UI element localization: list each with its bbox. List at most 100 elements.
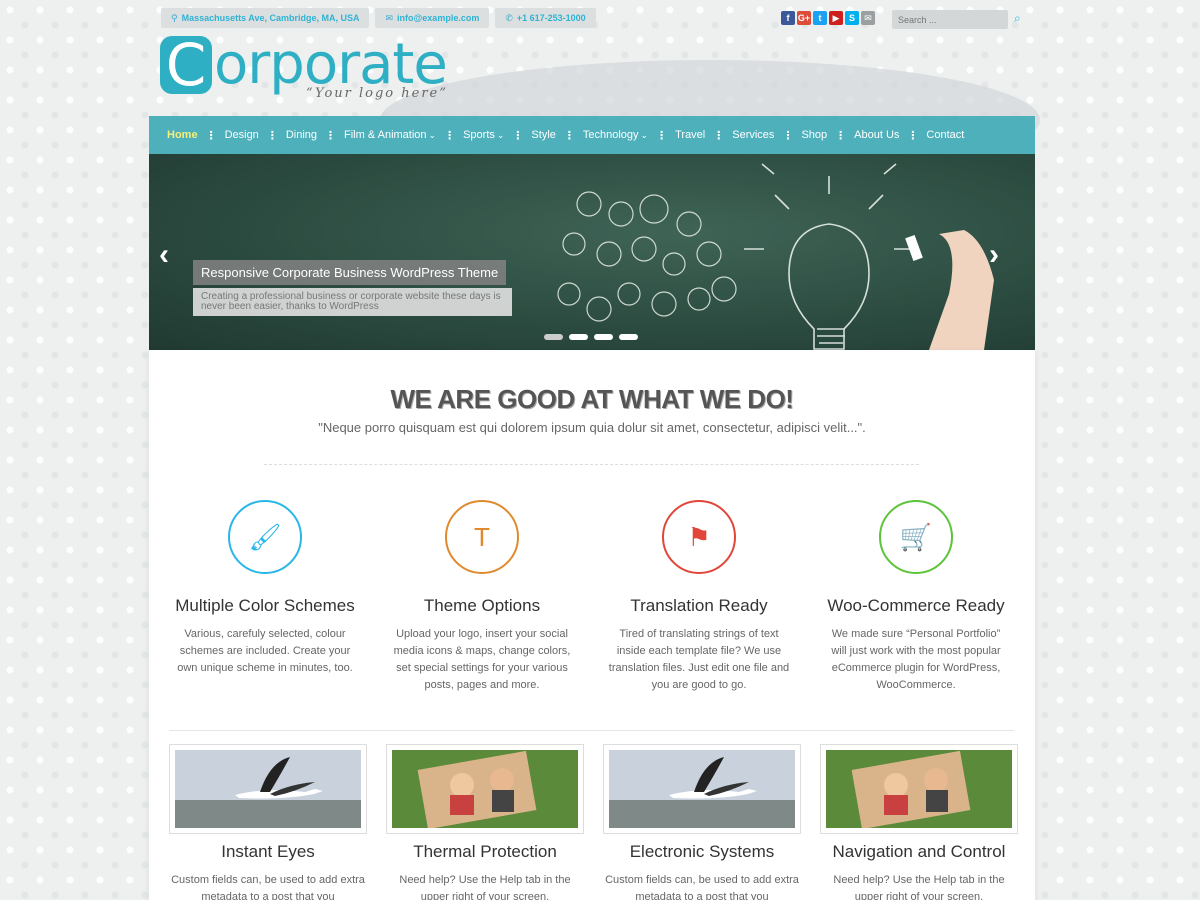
phone-chip: ✆ +1 617-253-1000 bbox=[495, 8, 596, 28]
portfolio-card[interactable]: Thermal Protection Need help? Use the Hel… bbox=[386, 744, 584, 900]
slider-prev-arrow[interactable]: ‹ bbox=[159, 238, 169, 272]
paintbrush-icon: 🖌 bbox=[228, 500, 302, 574]
feature-text: We made sure “Personal Portfolio” will j… bbox=[831, 628, 1001, 691]
google-plus-icon[interactable]: G+ bbox=[797, 11, 811, 25]
email-text[interactable]: info@example.com bbox=[397, 13, 479, 23]
slider-pagination bbox=[544, 334, 638, 340]
chevron-down-icon: ⌄ bbox=[496, 129, 505, 140]
feature-title: Multiple Color Schemes bbox=[175, 596, 355, 615]
nav-item-label: Style bbox=[531, 129, 556, 141]
nav-item-label: Technology bbox=[582, 129, 639, 141]
nav-item-home[interactable]: Home bbox=[167, 129, 198, 141]
skype-icon[interactable]: S bbox=[845, 11, 859, 25]
logo-tagline: “Your logo here” bbox=[306, 86, 448, 101]
card-text: Custom fields can, be used to add extra … bbox=[171, 874, 365, 900]
divider bbox=[169, 730, 1014, 731]
flag-icon: ⚑ bbox=[662, 500, 736, 574]
nav-separator: ⋮ bbox=[205, 129, 217, 142]
nav-item-about-us[interactable]: About Us bbox=[854, 129, 899, 141]
nav-item-sports[interactable]: Sports ⌄ bbox=[463, 129, 504, 141]
card-title[interactable]: Electronic Systems bbox=[603, 842, 801, 862]
card-thumbnail[interactable] bbox=[169, 744, 367, 834]
nav-separator: ⋮ bbox=[713, 129, 725, 142]
nav-item-label: About Us bbox=[854, 129, 900, 141]
slider-dot[interactable] bbox=[594, 334, 613, 340]
nav-item-contact[interactable]: Contact bbox=[926, 129, 964, 141]
slider-dot[interactable] bbox=[569, 334, 588, 340]
feature-title: Translation Ready bbox=[630, 596, 768, 615]
email-icon[interactable]: ✉ bbox=[861, 11, 875, 25]
social-icons: f G+ t ▶ S ✉ bbox=[781, 11, 875, 25]
nav-separator: ⋮ bbox=[782, 129, 794, 142]
nav-item-services[interactable]: Services bbox=[732, 129, 774, 141]
feature-block: 🛒 Woo-Commerce Ready We made sure “Persona… bbox=[811, 500, 1021, 694]
envelope-icon: ✉ bbox=[385, 12, 394, 23]
feature-title: Woo-Commerce Ready bbox=[827, 596, 1005, 615]
hero-slider: ‹ › Responsive Corporate Business WordPr… bbox=[149, 154, 1035, 350]
contact-bar: ⚲ Massachusetts Ave, Cambridge, MA, USA ✉… bbox=[161, 8, 596, 28]
nav-item-label: Shop bbox=[801, 129, 828, 141]
address-chip: ⚲ Massachusetts Ave, Cambridge, MA, USA bbox=[161, 8, 370, 28]
search-input[interactable] bbox=[892, 10, 1008, 29]
slider-dot[interactable] bbox=[544, 334, 563, 340]
address-text: Massachusetts Ave, Cambridge, MA, USA bbox=[181, 13, 360, 23]
nav-separator: ⋮ bbox=[512, 129, 524, 142]
nav-item-design[interactable]: Design bbox=[225, 129, 259, 141]
facebook-icon[interactable]: f bbox=[781, 11, 795, 25]
slide-title: Responsive Corporate Business WordPress … bbox=[193, 260, 507, 285]
nav-separator: ⋮ bbox=[266, 129, 278, 142]
phone-icon: ✆ bbox=[505, 12, 513, 23]
feature-text: Tired of translating strings of text ins… bbox=[608, 628, 790, 691]
logo-letter: C bbox=[160, 36, 212, 94]
card-text: Need help? Use the Help tab in the upper… bbox=[833, 874, 1005, 900]
cartoon-couple-image bbox=[826, 750, 1012, 830]
feature-text: Various, carefuly selected, colour schem… bbox=[177, 628, 353, 674]
search-icon[interactable]: ⌕ bbox=[1014, 11, 1021, 26]
nav-item-label: Travel bbox=[675, 129, 706, 141]
nav-item-label: Dining bbox=[285, 129, 317, 141]
card-title[interactable]: Instant Eyes bbox=[169, 842, 367, 862]
card-thumbnail[interactable] bbox=[386, 744, 584, 834]
chevron-down-icon: ⌄ bbox=[640, 129, 649, 140]
card-title[interactable]: Navigation and Control bbox=[820, 842, 1018, 862]
nav-item-label: Film & Animation bbox=[344, 129, 427, 141]
slider-next-arrow[interactable]: › bbox=[989, 238, 999, 272]
nav-item-film-animation[interactable]: Film & Animation ⌄ bbox=[344, 129, 436, 141]
twitter-icon[interactable]: t bbox=[813, 11, 827, 25]
feature-block: 🖌 Multiple Color Schemes Various, carefuly… bbox=[160, 500, 370, 677]
feature-block: T Theme Options Upload your logo, insert y… bbox=[377, 500, 587, 694]
stork-image bbox=[175, 750, 361, 828]
nav-separator: ⋮ bbox=[444, 129, 456, 142]
chevron-down-icon: ⌄ bbox=[428, 129, 437, 140]
nav-item-label: Home bbox=[167, 129, 198, 141]
cartoon-couple-image bbox=[392, 750, 578, 830]
slider-dot[interactable] bbox=[619, 334, 638, 340]
feature-block: ⚑ Translation Ready Tired of translating s… bbox=[594, 500, 804, 694]
nav-separator: ⋮ bbox=[325, 129, 336, 142]
card-thumbnail[interactable] bbox=[820, 744, 1018, 834]
portfolio-card[interactable]: Instant Eyes Custom fields can, be used t… bbox=[169, 744, 367, 900]
nav-item-travel[interactable]: Travel bbox=[675, 129, 705, 141]
portfolio-card[interactable]: Electronic Systems Custom fields can, be … bbox=[603, 744, 801, 900]
divider bbox=[264, 464, 919, 465]
slide-text: Creating a professional business or corp… bbox=[193, 288, 512, 316]
nav-separator: ⋮ bbox=[656, 129, 668, 142]
text-format-icon: T bbox=[445, 500, 519, 574]
map-marker-icon: ⚲ bbox=[171, 12, 178, 23]
chalkboard-illustration bbox=[557, 163, 994, 350]
nav-item-dining[interactable]: Dining bbox=[286, 129, 317, 141]
nav-item-label: Design bbox=[224, 129, 259, 141]
email-chip[interactable]: ✉ info@example.com bbox=[375, 8, 490, 28]
card-thumbnail[interactable] bbox=[603, 744, 801, 834]
nav-separator: ⋮ bbox=[563, 129, 575, 142]
shopping-cart-icon: 🛒 bbox=[879, 500, 953, 574]
portfolio-card[interactable]: Navigation and Control Need help? Use the… bbox=[820, 744, 1018, 900]
nav-item-style[interactable]: Style bbox=[531, 129, 555, 141]
nav-item-shop[interactable]: Shop bbox=[801, 129, 827, 141]
nav-item-technology[interactable]: Technology ⌄ bbox=[583, 129, 648, 141]
main-content: WE ARE GOOD AT WHAT WE DO! "Neque porro … bbox=[149, 350, 1035, 900]
feature-title: Theme Options bbox=[423, 596, 541, 615]
card-text: Custom fields can, be used to add extra … bbox=[605, 874, 799, 900]
youtube-icon[interactable]: ▶ bbox=[829, 11, 843, 25]
card-title[interactable]: Thermal Protection bbox=[386, 842, 584, 862]
